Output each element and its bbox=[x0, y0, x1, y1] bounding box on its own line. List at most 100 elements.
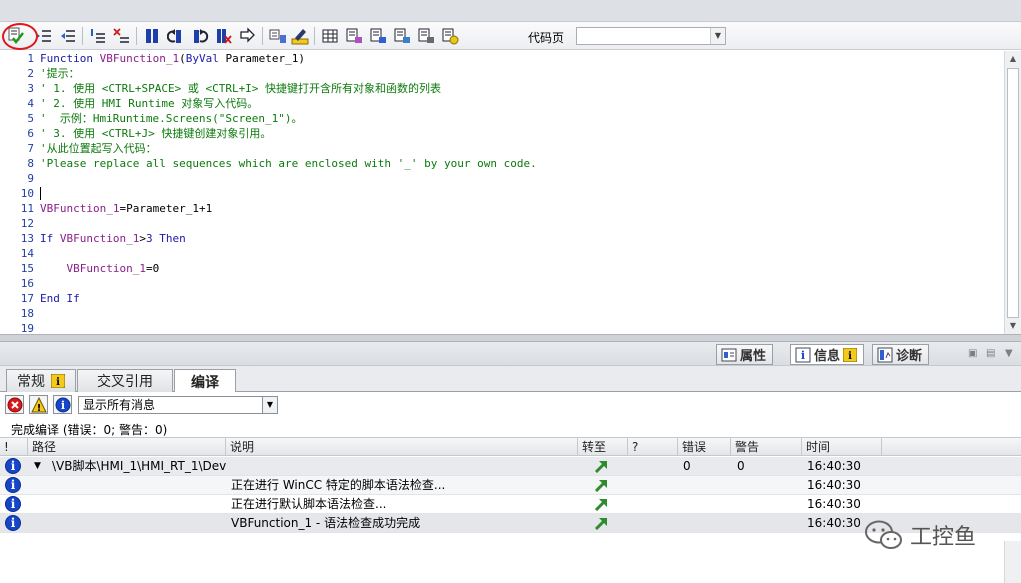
line-number: 15 bbox=[20, 262, 34, 275]
watermark: 工控鱼 bbox=[864, 519, 976, 551]
insert-code-2-icon[interactable] bbox=[368, 26, 388, 46]
tab-properties[interactable]: 属性 bbox=[716, 344, 774, 365]
outdent-icon[interactable] bbox=[58, 26, 78, 46]
code-line[interactable]: 17 End If bbox=[0, 291, 1004, 306]
warning-icon: ! bbox=[30, 396, 47, 413]
general-info-icon: i bbox=[51, 374, 65, 388]
goto-line-icon[interactable] bbox=[238, 26, 258, 46]
error-filter-button[interactable] bbox=[5, 395, 24, 414]
prev-bookmark-icon[interactable] bbox=[166, 26, 186, 46]
code-line[interactable]: 11 VBFunction_1=Parameter_1+1 bbox=[0, 201, 1004, 216]
code-line[interactable]: 18 bbox=[0, 306, 1004, 321]
line-number: 9 bbox=[27, 172, 34, 185]
code-text: 'Please replace all sequences which are … bbox=[40, 157, 537, 170]
expand-arrow-icon[interactable]: ▼ bbox=[34, 457, 46, 476]
chevron-down-icon[interactable]: ▼ bbox=[710, 28, 725, 44]
insert-code-5-icon[interactable] bbox=[440, 26, 460, 46]
code-line[interactable]: 15 VBFunction_1=0 bbox=[0, 261, 1004, 276]
col-warnings[interactable]: 警告 bbox=[731, 438, 802, 456]
code-text: VBFunction_1=Parameter_1+1 bbox=[40, 202, 213, 215]
cell-description: 正在进行 WinCC 特定的脚本语法检查... bbox=[231, 478, 446, 492]
bookmark-icon[interactable] bbox=[142, 26, 162, 46]
code-line[interactable]: 2 '提示： bbox=[0, 66, 1004, 81]
panel-splitter[interactable] bbox=[0, 334, 1021, 342]
cell-path bbox=[52, 476, 226, 495]
uncomment-icon[interactable] bbox=[112, 26, 132, 46]
chevron-down-icon[interactable]: ▼ bbox=[262, 397, 277, 413]
code-text: ' 示例：HmiRuntime.Screens("Screen_1")。 bbox=[40, 112, 303, 125]
tab-diagnostics[interactable]: 诊断 bbox=[872, 344, 930, 365]
collapse-panel-icon[interactable]: ▼ bbox=[1005, 348, 1013, 359]
cell-description bbox=[231, 457, 577, 476]
code-line[interactable]: 5 ' 示例：HmiRuntime.Screens("Screen_1")。 bbox=[0, 111, 1004, 126]
code-line[interactable]: 10 bbox=[0, 186, 1004, 201]
tab-info-label: 信息 bbox=[814, 349, 841, 364]
info-icon: i bbox=[5, 515, 21, 531]
maximize-panel-icon[interactable]: ▤ bbox=[986, 348, 995, 359]
tab-info[interactable]: i 信息 i bbox=[790, 344, 865, 365]
code-line[interactable]: 3 ' 1. 使用 <CTRL+SPACE> 或 <CTRL+I> 快捷键打开含所… bbox=[0, 81, 1004, 96]
scroll-thumb[interactable] bbox=[1007, 68, 1019, 318]
cell-errors bbox=[683, 514, 731, 533]
col-flag[interactable]: ! bbox=[0, 438, 28, 456]
line-number: 4 bbox=[27, 97, 34, 110]
col-errors[interactable]: 错误 bbox=[678, 438, 731, 456]
code-editor[interactable]: 1 Function VBFunction_1(ByVal Parameter_1… bbox=[0, 51, 1004, 334]
line-number: 10 bbox=[20, 187, 34, 200]
info-icon: i bbox=[5, 496, 21, 512]
table-row[interactable]: i ▼ \VB脚本\HMI_1\HMI_RT_1\Devi... 0 0 16:40:30 bbox=[0, 457, 1021, 476]
tab-general[interactable]: 常规 i bbox=[6, 369, 76, 392]
float-panel-icon[interactable]: ▣ bbox=[968, 348, 977, 359]
editor-vertical-scrollbar[interactable]: ▲ ▼ bbox=[1004, 51, 1021, 334]
code-line[interactable]: 16 bbox=[0, 276, 1004, 291]
info-icon: i bbox=[55, 397, 70, 412]
info-filter-button[interactable]: i bbox=[53, 395, 72, 414]
col-help[interactable]: ? bbox=[628, 438, 678, 456]
warning-filter-button[interactable]: ! bbox=[29, 395, 48, 414]
code-line[interactable]: 12 bbox=[0, 216, 1004, 231]
code-text: VBFunction_1=0 bbox=[66, 262, 160, 275]
code-line[interactable]: 9 bbox=[0, 171, 1004, 186]
svg-text:!: ! bbox=[36, 403, 41, 413]
col-goto[interactable]: 转至 bbox=[578, 438, 628, 456]
table-scrollbar[interactable] bbox=[1004, 541, 1021, 583]
insert-code-icon[interactable] bbox=[344, 26, 364, 46]
tab-cross-reference[interactable]: 交叉引用 bbox=[77, 369, 173, 392]
code-line[interactable]: 14 bbox=[0, 246, 1004, 261]
cell-path bbox=[52, 495, 226, 514]
message-filter-select[interactable]: 显示所有消息 ▼ bbox=[78, 396, 278, 414]
code-line[interactable]: 19 bbox=[0, 321, 1004, 334]
code-line[interactable]: 8 'Please replace all sequences which are… bbox=[0, 156, 1004, 171]
code-line[interactable]: 13 If VBFunction_1>3 Then bbox=[0, 231, 1004, 246]
code-line[interactable]: 4 ' 2. 使用 HMI Runtime 对象写入代码。 bbox=[0, 96, 1004, 111]
object-list-icon[interactable] bbox=[268, 26, 288, 46]
col-description[interactable]: 说明 bbox=[226, 438, 578, 456]
code-line[interactable]: 1 Function VBFunction_1(ByVal Parameter_1… bbox=[0, 51, 1004, 66]
svg-text:i: i bbox=[801, 349, 805, 362]
insert-code-3-icon[interactable] bbox=[392, 26, 412, 46]
next-bookmark-icon[interactable] bbox=[190, 26, 210, 46]
code-line[interactable]: 6 ' 3. 使用 <CTRL+J> 快捷键创建对象引用。 bbox=[0, 126, 1004, 141]
code-line[interactable]: 7 '从此位置起写入代码： bbox=[0, 141, 1004, 156]
window-top-strip bbox=[0, 0, 1021, 22]
comment-icon[interactable] bbox=[88, 26, 108, 46]
inspector-tabs-bar: 属性 i 信息 i 诊断 ▣ ▤ ▼ bbox=[0, 342, 1021, 366]
watermark-text: 工控鱼 bbox=[910, 525, 977, 550]
table-row[interactable]: i 正在进行 WinCC 特定的脚本语法检查... 16:40:30 bbox=[0, 476, 1021, 495]
line-number: 6 bbox=[27, 127, 34, 140]
scroll-up-icon[interactable]: ▲ bbox=[1005, 51, 1021, 67]
col-path[interactable]: 路径 bbox=[28, 438, 226, 456]
cell-path bbox=[52, 514, 226, 533]
goto-arrow-icon[interactable] bbox=[594, 516, 608, 535]
table-row[interactable]: i 正在进行默认脚本语法检查... 16:40:30 bbox=[0, 495, 1021, 514]
insert-code-4-icon[interactable] bbox=[416, 26, 436, 46]
tab-compile[interactable]: 编译 bbox=[174, 369, 236, 393]
scroll-down-icon[interactable]: ▼ bbox=[1005, 318, 1021, 334]
codepage-label: 代码页 bbox=[528, 31, 565, 45]
table-icon[interactable] bbox=[320, 26, 340, 46]
col-time[interactable]: 时间 bbox=[802, 438, 882, 456]
cell-warnings bbox=[737, 514, 801, 533]
pencil-icon[interactable] bbox=[290, 26, 310, 46]
codepage-select[interactable]: ▼ bbox=[576, 27, 726, 45]
clear-bookmarks-icon[interactable] bbox=[214, 26, 234, 46]
